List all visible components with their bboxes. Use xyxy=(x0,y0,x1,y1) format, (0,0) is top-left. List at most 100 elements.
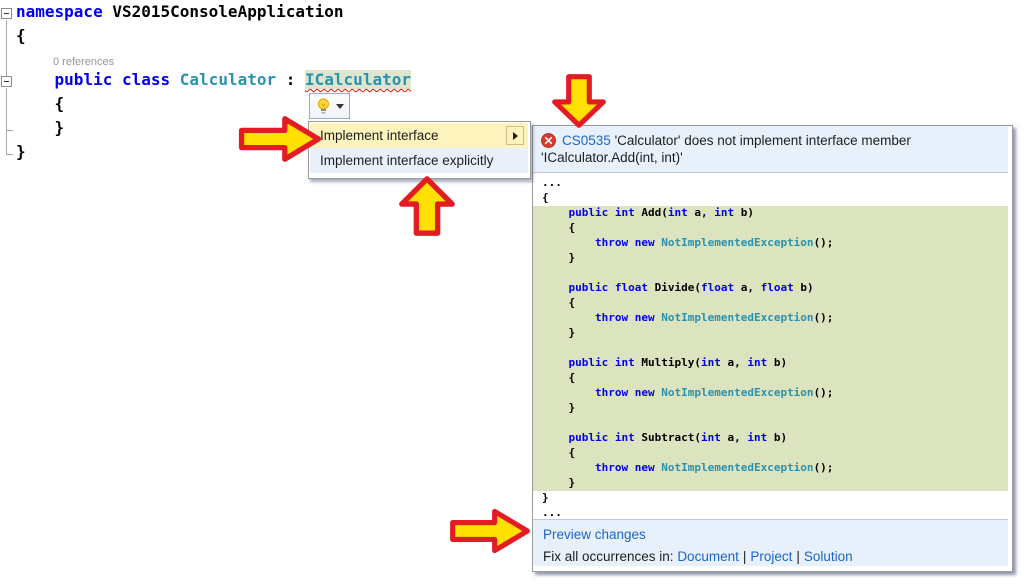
code-token: b) xyxy=(794,281,814,294)
code-line: throw new NotImplementedException(); xyxy=(533,386,1008,401)
code-token: int xyxy=(701,356,721,369)
fix-scope-document-link[interactable]: Document xyxy=(677,549,739,564)
code-token: } xyxy=(16,118,64,137)
code-line: throw new NotImplementedException(); xyxy=(533,311,1008,326)
code-token xyxy=(608,206,615,219)
code-token: (); xyxy=(814,236,834,249)
code-token xyxy=(628,236,635,249)
preview-changes-link[interactable]: Preview changes xyxy=(543,527,646,542)
annotation-arrow-down-error xyxy=(541,72,617,130)
code-token: new xyxy=(635,311,655,324)
code-token xyxy=(542,311,595,324)
code-token xyxy=(170,70,180,89)
code-token: { xyxy=(542,221,575,234)
code-token xyxy=(628,311,635,324)
code-line: ... xyxy=(533,506,1008,519)
code-token: int xyxy=(615,431,635,444)
collapse-box-class-icon[interactable] xyxy=(1,76,12,87)
scope-separator: | xyxy=(796,549,800,564)
code-token: } xyxy=(16,142,26,161)
code-token: int xyxy=(701,431,721,444)
fold-guide-line xyxy=(6,20,7,76)
code-line: { xyxy=(533,446,1008,461)
code-token: ICalculator xyxy=(305,70,411,89)
annotation-arrow-right-preview xyxy=(448,506,532,556)
menu-item-label: Implement interface xyxy=(320,128,439,143)
code-token: namespace xyxy=(16,2,103,21)
code-line: throw new NotImplementedException(); xyxy=(533,236,1008,251)
fold-end-tick xyxy=(6,130,13,131)
chevron-down-icon xyxy=(336,104,344,109)
code-line xyxy=(533,266,1008,281)
code-token xyxy=(608,281,615,294)
code-token xyxy=(608,356,615,369)
code-token: throw xyxy=(595,311,628,324)
code-token: } xyxy=(542,476,575,489)
code-token: { xyxy=(542,371,575,384)
code-token xyxy=(542,431,569,444)
code-token: public xyxy=(55,70,113,89)
code-token: int xyxy=(615,206,635,219)
code-token: Multiply( xyxy=(635,356,701,369)
error-code[interactable]: CS0535 xyxy=(562,133,611,148)
menu-item-implement-interface[interactable]: Implement interface xyxy=(310,123,528,148)
code-token: { xyxy=(16,94,64,113)
codelens-references[interactable]: 0 references xyxy=(16,50,411,70)
preview-code: ...{ public int Add(int a, int b) { thro… xyxy=(533,173,1008,519)
fold-end-tick xyxy=(6,154,13,155)
quickfix-preview-panel: CS0535 'Calculator' does not implement i… xyxy=(532,125,1013,572)
code-line xyxy=(533,416,1008,431)
code-token: Calculator xyxy=(180,70,276,89)
code-line xyxy=(533,341,1008,356)
code-token: : xyxy=(276,70,305,89)
code-line: public class Calculator : ICalculator xyxy=(16,70,411,94)
code-line: public float Divide(float a, float b) xyxy=(533,281,1008,296)
code-token: public xyxy=(569,431,609,444)
code-token: float xyxy=(701,281,734,294)
code-line: } xyxy=(533,401,1008,416)
code-token: NotImplementedException xyxy=(661,461,813,474)
code-token xyxy=(628,386,635,399)
menu-item-implement-interface-explicitly[interactable]: Implement interface explicitly xyxy=(310,148,528,173)
collapse-box-namespace-icon[interactable] xyxy=(1,8,12,19)
lightbulb-icon xyxy=(316,98,331,115)
code-token: NotImplementedException xyxy=(661,311,813,324)
code-token: { xyxy=(16,26,26,45)
code-line: public int Multiply(int a, int b) xyxy=(533,356,1008,371)
code-token xyxy=(608,431,615,444)
code-token xyxy=(628,461,635,474)
code-token: } xyxy=(542,401,575,414)
code-token: a, xyxy=(721,431,748,444)
code-token: } xyxy=(542,251,575,264)
quick-actions-menu: Implement interface Implement interface … xyxy=(308,121,531,179)
code-token: int xyxy=(668,206,688,219)
code-token: int xyxy=(747,356,767,369)
code-token: { xyxy=(542,446,575,459)
code-token: throw xyxy=(595,236,628,249)
code-line: } xyxy=(533,491,1008,506)
code-line: public int Subtract(int a, int b) xyxy=(533,431,1008,446)
code-token: { xyxy=(542,191,549,204)
submenu-arrow-box[interactable] xyxy=(506,126,524,145)
submenu-arrow-icon xyxy=(513,132,518,140)
code-token: new xyxy=(635,236,655,249)
code-token: b) xyxy=(734,206,754,219)
code-token: a, xyxy=(688,206,715,219)
fix-scope-solution-link[interactable]: Solution xyxy=(804,549,853,564)
code-line: ... xyxy=(533,176,1008,191)
code-token xyxy=(542,356,569,369)
code-token: float xyxy=(615,281,648,294)
fix-scope-project-link[interactable]: Project xyxy=(750,549,792,564)
error-header: CS0535 'Calculator' does not implement i… xyxy=(533,126,1008,173)
code-token: throw xyxy=(595,461,628,474)
code-token: (); xyxy=(814,461,834,474)
code-token: float xyxy=(761,281,794,294)
code-token: new xyxy=(635,461,655,474)
annotation-arrow-right-menu xyxy=(236,114,324,164)
code-line: } xyxy=(533,326,1008,341)
code-token: Add( xyxy=(635,206,668,219)
code-line: public int Add(int a, int b) xyxy=(533,206,1008,221)
code-line: { xyxy=(16,94,411,118)
code-token: int xyxy=(714,206,734,219)
code-token xyxy=(112,70,122,89)
